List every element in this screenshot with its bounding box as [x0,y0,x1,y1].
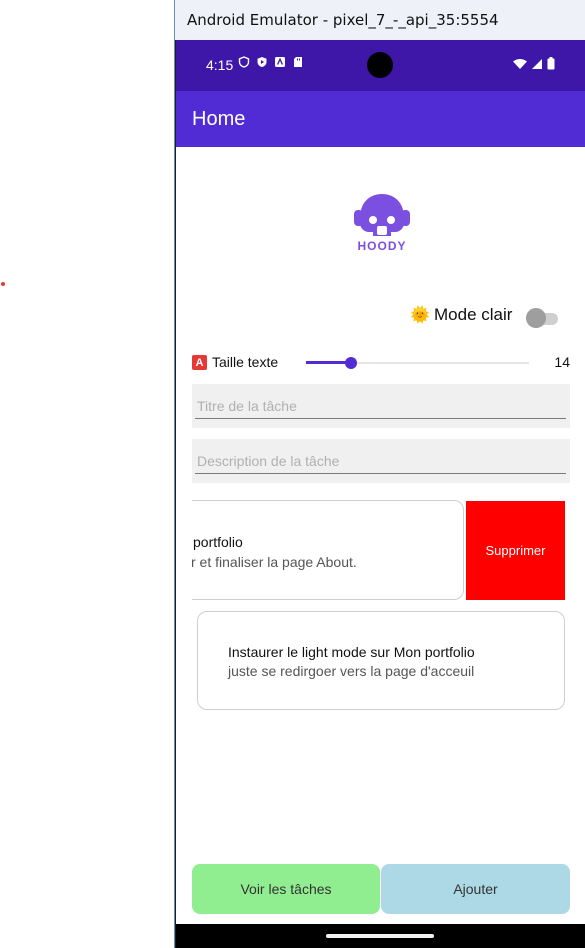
app-notification-icon [274,56,286,68]
task-card[interactable]: Instaurer le light mode sur Mon portfoli… [197,611,565,710]
vpn-shield-outline-icon [238,56,250,68]
system-status-icons [513,57,555,73]
slider-fill [306,361,351,364]
red-marker-dot [1,282,5,286]
task-title: portfolio [193,534,243,550]
app-bar: Home [176,91,585,147]
text-size-label: Taille texte [212,354,279,370]
task-description: r et finaliser la page About. [192,554,357,570]
phone-screen: 4:15 Home HOODY 🌞 Mode clair A Taille te… [176,40,585,948]
battery-icon [547,57,555,73]
hoody-mascot-icon: HOODY [354,194,410,253]
task-title: Instaurer le light mode sur Mon portfoli… [228,644,475,660]
notification-icons [238,56,304,68]
theme-toggle-switch[interactable] [526,308,558,328]
wifi-icon [513,57,527,73]
page-title: Home [192,107,246,130]
view-tasks-button[interactable]: Voir les tâches [192,864,380,914]
status-time: 4:15 [206,57,234,73]
navigation-bar [176,924,585,948]
letter-a-icon: A [192,355,207,370]
cell-signal-icon [531,57,543,73]
mode-label: Mode clair [434,305,513,324]
text-size-row: A Taille texte 14 [192,353,570,373]
task-description-field [192,439,570,483]
play-protect-shield-icon [256,56,268,68]
add-task-button[interactable]: Ajouter [381,864,570,914]
task-title-field [192,384,570,428]
slider-thumb[interactable] [344,357,357,369]
task-card[interactable]: portfolio r et finaliser la page About. [192,500,464,600]
mode-row: 🌞 Mode clair [410,305,512,325]
emulator-window: Android Emulator - pixel_7_-_api_35:5554… [174,0,585,948]
sd-card-icon [292,56,304,68]
task-description-input[interactable] [195,449,567,473]
input-underline [195,473,566,474]
task-title-input[interactable] [195,394,567,418]
gesture-handle[interactable] [326,934,434,938]
toggle-thumb [526,308,546,328]
input-underline [195,418,566,419]
logo-wordmark: HOODY [357,239,406,253]
front-camera-cutout [367,52,393,78]
delete-swipe-button[interactable]: Supprimer [466,501,565,600]
task-description: juste se redirgoer vers la page d'acceui… [228,663,475,679]
hoody-logo: HOODY [346,182,418,254]
window-title: Android Emulator - pixel_7_-_api_35:5554 [175,0,585,40]
text-size-slider[interactable] [306,353,546,373]
status-bar: 4:15 [176,40,585,91]
text-size-value: 14 [554,354,570,370]
sun-icon: 🌞 [410,307,430,324]
